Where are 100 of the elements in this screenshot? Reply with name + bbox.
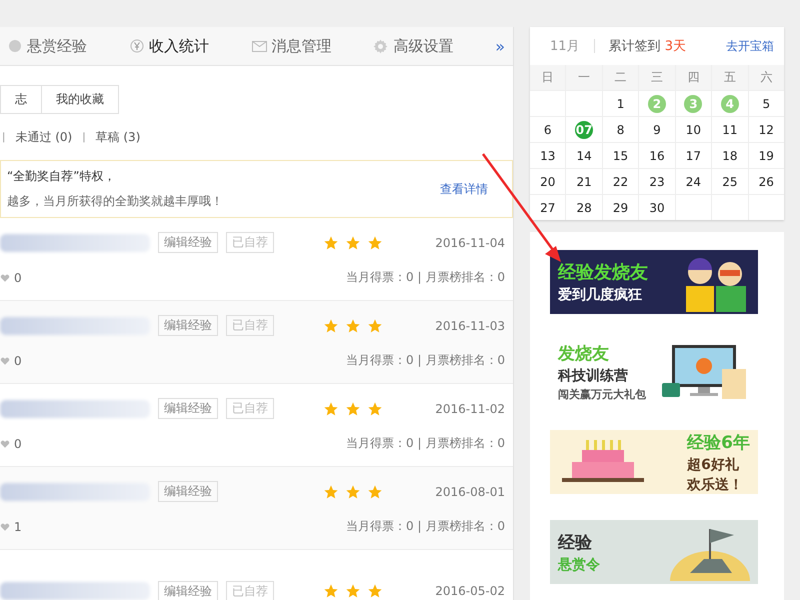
weekday-label: 三 [639, 65, 675, 90]
banner-subtitle: 爱到几度疯狂 [558, 286, 643, 304]
banner-note: 闯关赢万元大礼包 [558, 387, 646, 402]
nav-tab[interactable]: 悬赏经验 [8, 36, 130, 56]
heart-icon [0, 272, 10, 282]
banner-subtitle: 悬赏令 [558, 556, 600, 574]
date-text: 2016-11-03 [434, 318, 505, 332]
banner-subtitle: 科技训练营 [558, 367, 629, 385]
calendar-day: 24 [684, 172, 702, 190]
calendar-day: 4 [720, 94, 739, 112]
calendar-day: 19 [757, 146, 776, 164]
star-icon [323, 234, 339, 250]
weekday-label: 六 [748, 65, 784, 90]
calendar-day: 15 [612, 146, 630, 164]
calendar-day: 23 [648, 172, 666, 190]
filter-link[interactable]: 草稿 (3) [96, 129, 140, 146]
edit-button[interactable]: 编辑经验 [158, 398, 218, 419]
circle-icon [8, 39, 22, 53]
banner-title: 经验 [558, 532, 593, 554]
votes-text: 当月得票：0 | 月票榜排名：0 [346, 352, 505, 369]
star-icon [367, 484, 383, 500]
calendar-day: 22 [612, 172, 630, 190]
nav-tab[interactable]: 收入统计 [130, 36, 252, 56]
calendar-day: 5 [757, 94, 776, 112]
votes-text: 当月得票：0 | 月票榜排名：0 [346, 518, 505, 535]
calendar-day: 29 [612, 198, 630, 216]
weekday-label: 二 [602, 65, 638, 90]
banner-title: 经验6年 [687, 432, 750, 454]
recommended-tag: 已自荐 [226, 315, 274, 336]
edit-button[interactable]: 编辑经验 [158, 232, 218, 253]
calendar-day: 21 [575, 172, 594, 190]
banner-subtitle: 超6好礼 [687, 456, 740, 474]
calendar-day: 16 [648, 146, 666, 164]
date-text: 2016-11-02 [434, 402, 505, 416]
calendar-day: 12 [757, 120, 776, 138]
sub-tab[interactable]: 我的收藏 [42, 85, 119, 114]
star-icon [323, 318, 339, 334]
notice-text: “全勤奖自荐”特权， [7, 168, 116, 185]
banner-note: 欢乐送！ [687, 476, 744, 494]
notice-text: 越多，当月所获得的全勤奖就越丰厚哦！ [7, 193, 223, 210]
calendar-day: 20 [538, 172, 557, 190]
star-icon [323, 583, 339, 599]
nav-tab[interactable]: 高级设置 [373, 36, 496, 56]
calendar-day: 11 [720, 120, 739, 138]
signin-count: 累计签到 3天 [608, 38, 686, 55]
gear-icon [373, 38, 388, 54]
star-icon [345, 583, 361, 599]
star-icon [345, 234, 361, 250]
edit-button[interactable]: 编辑经验 [158, 315, 218, 336]
promo-banner[interactable]: 经验6年 超6好礼 欢乐送！ [550, 430, 758, 494]
filter-link[interactable]: 未通过 (0) [15, 129, 72, 146]
promo-banner[interactable]: 经验发烧友 爱到几度疯狂 [550, 250, 758, 314]
weekday-label: 四 [676, 65, 712, 90]
calendar-day: 1 [612, 94, 630, 112]
votes-text: 当月得票：0 | 月票榜排名：0 [346, 269, 505, 286]
calendar-day: 18 [720, 146, 739, 164]
recommended-tag: 已自荐 [226, 398, 274, 419]
calendar-day: 27 [538, 198, 557, 216]
promo-banner[interactable]: 经验 悬赏令 [550, 520, 758, 584]
calendar-day: 2 [648, 94, 666, 112]
open-chest-link[interactable]: 去开宝箱 [726, 38, 774, 54]
weekday-label: 日 [530, 65, 566, 90]
date-text: 2016-11-04 [434, 236, 505, 250]
calendar-day: 28 [575, 198, 594, 216]
mail-icon [252, 40, 267, 52]
star-icon [345, 318, 361, 334]
calendar-day: 14 [575, 146, 594, 164]
month-label: 11月 [550, 38, 580, 55]
edit-button[interactable]: 编辑经验 [158, 580, 218, 600]
edit-button[interactable]: 编辑经验 [158, 481, 218, 502]
nav-tab[interactable]: 消息管理 [252, 36, 374, 56]
banner-title: 经验发烧友 [558, 261, 648, 284]
likes-count: 0 [0, 354, 22, 368]
calendar-day: 8 [612, 120, 630, 138]
likes-count: 0 [0, 270, 22, 284]
more-button[interactable]: » [495, 36, 505, 56]
recommended-tag: 已自荐 [226, 232, 274, 253]
weekday-label: 五 [712, 65, 748, 90]
star-icon [367, 318, 383, 334]
star-icon [367, 583, 383, 599]
star-icon [345, 400, 361, 416]
calendar-day: 10 [684, 120, 702, 138]
heart-icon [0, 438, 10, 448]
calendar-day: 07 [575, 120, 594, 138]
yen-icon [130, 39, 144, 53]
calendar-day: 17 [684, 146, 702, 164]
calendar-day: 3 [684, 94, 702, 112]
calendar-day: 6 [538, 120, 557, 138]
separator-mark: | [82, 132, 86, 143]
likes-count: 1 [0, 520, 22, 534]
heart-icon [0, 356, 10, 366]
calendar-day: 13 [538, 146, 557, 164]
calendar-day: 30 [648, 198, 666, 216]
details-link[interactable]: 查看详情 [440, 180, 488, 198]
star-icon [323, 484, 339, 500]
votes-text: 当月得票：0 | 月票榜排名：0 [346, 435, 505, 452]
recommended-tag: 已自荐 [226, 580, 274, 600]
star-icon [323, 400, 339, 416]
calendar-day: 25 [720, 172, 739, 190]
sub-tab[interactable]: 志 [0, 85, 42, 114]
